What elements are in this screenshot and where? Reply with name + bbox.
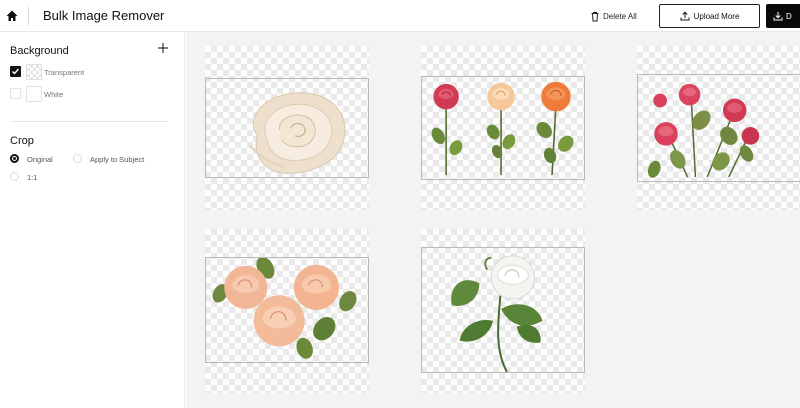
image-thumbnail: [205, 78, 369, 178]
image-card[interactable]: [421, 229, 585, 393]
white-rose-image: [451, 255, 543, 372]
settings-sidebar: Background Transparent White Crop Origin…: [0, 32, 185, 408]
peach-roses-image: [212, 258, 357, 359]
crop-section-title: Crop: [10, 135, 34, 147]
background-section-title: Background: [10, 45, 69, 57]
cream-rose-image: [249, 92, 346, 174]
crop-subject-radio[interactable]: [73, 154, 82, 163]
transparent-checkbox[interactable]: [10, 66, 21, 77]
three-roses-image: [431, 81, 574, 176]
download-button[interactable]: D: [766, 4, 800, 28]
image-thumbnail: [205, 257, 369, 363]
transparent-label: Transparent: [44, 68, 85, 77]
transparent-swatch[interactable]: [26, 64, 42, 80]
home-icon[interactable]: [4, 8, 20, 24]
section-divider: [10, 121, 168, 122]
download-label: D: [786, 11, 792, 21]
add-background-icon[interactable]: [157, 42, 169, 54]
delete-all-button[interactable]: Delete All: [590, 9, 637, 23]
download-icon: [773, 12, 783, 21]
crop-square-label[interactable]: 1:1: [27, 173, 37, 182]
image-gallery: [186, 32, 800, 408]
white-label: White: [44, 90, 64, 99]
image-card[interactable]: [637, 46, 800, 210]
crop-original-label[interactable]: Original: [27, 155, 53, 164]
header-divider: [28, 7, 29, 25]
pink-roses-image: [647, 83, 760, 178]
image-card[interactable]: [205, 229, 369, 393]
top-bar: Bulk Image Remover Delete All Upload Mor…: [0, 0, 800, 32]
upload-icon: [680, 11, 690, 21]
image-thumbnail: [637, 74, 800, 182]
trash-icon: [591, 11, 599, 21]
image-card[interactable]: [205, 46, 369, 210]
upload-more-label: Upload More: [693, 11, 740, 21]
delete-all-label: Delete All: [603, 11, 637, 21]
image-thumbnail: [421, 247, 585, 373]
app-title: Bulk Image Remover: [43, 8, 165, 23]
image-thumbnail: [421, 76, 585, 180]
crop-square-radio[interactable]: [10, 172, 19, 181]
white-swatch[interactable]: [26, 86, 42, 102]
crop-original-radio[interactable]: [10, 154, 19, 163]
white-checkbox[interactable]: [10, 88, 21, 99]
checkmark-icon: [12, 68, 20, 75]
upload-more-button[interactable]: Upload More: [659, 4, 760, 28]
crop-subject-label[interactable]: Apply to Subject: [90, 155, 144, 164]
image-card[interactable]: [421, 46, 585, 210]
